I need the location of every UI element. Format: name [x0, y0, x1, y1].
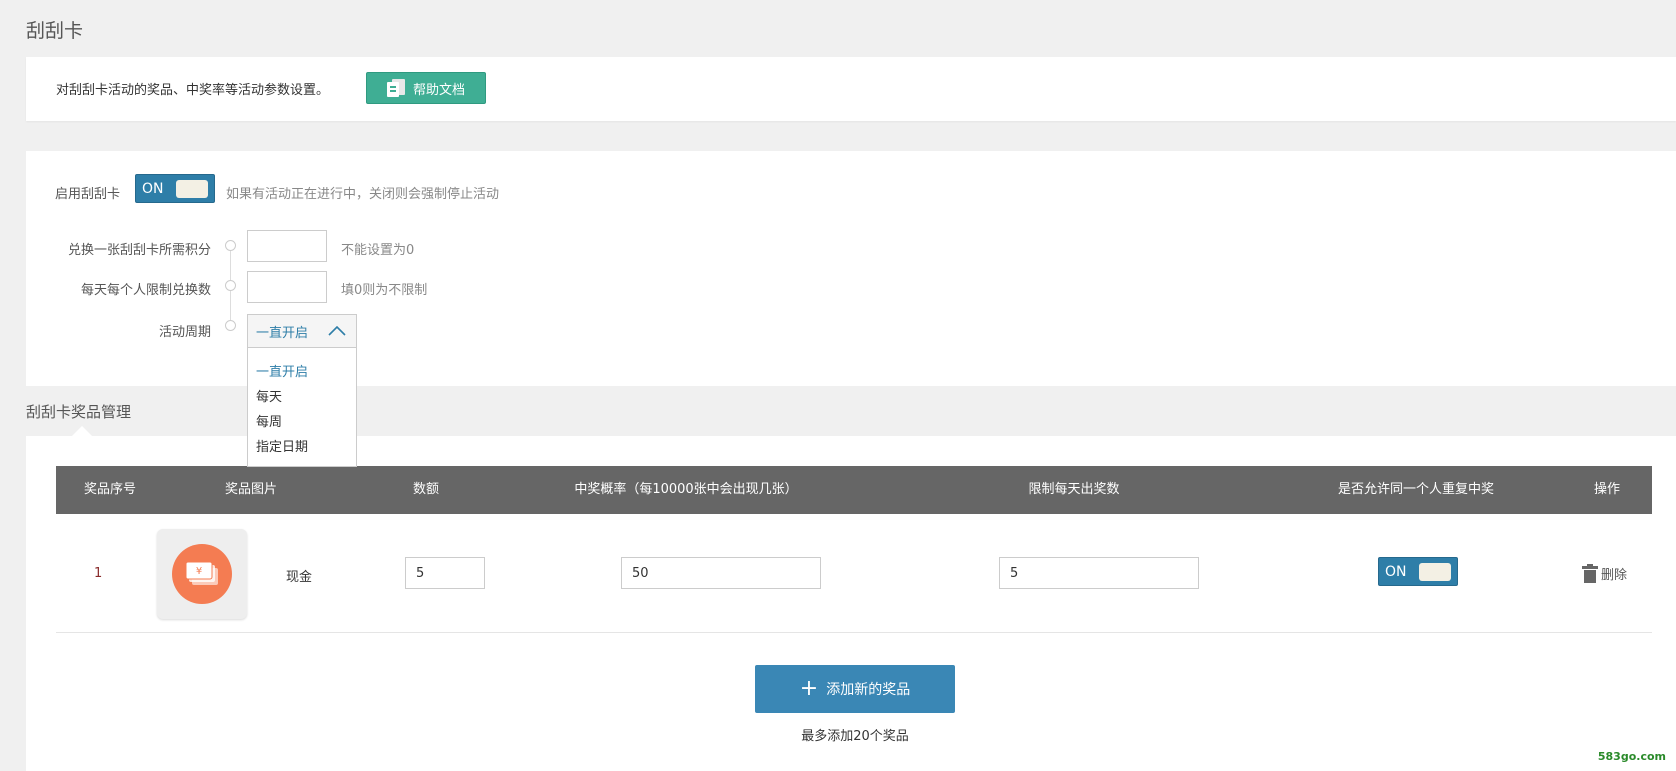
prize-panel: 奖品序号 奖品图片 数额 中奖概率（每10000张中会出现几张） 限制每天出奖数…: [26, 426, 1676, 771]
plus-icon: +: [799, 676, 819, 701]
prize-name: 现金: [286, 570, 313, 585]
intro-panel: 对刮刮卡活动的奖品、中奖率等活动参数设置。 帮助文档: [26, 57, 1676, 121]
repeat-switch-text: ON: [1385, 563, 1407, 580]
row-divider: [56, 632, 1652, 633]
col-index: 奖品序号: [83, 482, 136, 497]
period-option[interactable]: 一直开启: [248, 360, 356, 385]
help-docs-button[interactable]: 帮助文档: [366, 72, 486, 104]
document-icon: [386, 79, 405, 97]
period-option[interactable]: 每天: [248, 385, 356, 410]
repeat-win-switch[interactable]: ON: [1378, 557, 1458, 586]
prize-daily-limit-input[interactable]: [999, 557, 1199, 589]
enable-switch[interactable]: ON: [135, 174, 215, 203]
trash-icon: [1582, 563, 1598, 583]
timeline-dot: [225, 240, 236, 251]
enable-label: 启用刮刮卡: [55, 187, 121, 202]
period-option[interactable]: 每周: [248, 410, 356, 435]
add-prize-button[interactable]: + 添加新的奖品: [755, 665, 955, 713]
period-select[interactable]: 一直开启: [247, 314, 357, 347]
svg-text:¥: ¥: [196, 566, 202, 577]
delete-prize-button[interactable]: 删除: [1582, 563, 1628, 583]
prize-amount-input[interactable]: [405, 557, 485, 589]
daily-limit-label: 每天每个人限制兑换数: [80, 283, 211, 298]
period-dropdown: 一直开启 每天 每周 指定日期: [247, 347, 357, 467]
cash-icon: ¥: [172, 544, 232, 604]
daily-limit-hint: 填0则为不限制: [341, 283, 428, 298]
enable-switch-text: ON: [142, 180, 164, 197]
enable-hint: 如果有活动正在进行中，关闭则会强制停止活动: [226, 187, 500, 202]
prize-probability-input[interactable]: [621, 557, 821, 589]
switch-knob: [176, 180, 208, 198]
col-daily-limit: 限制每天出奖数: [1028, 482, 1120, 497]
intro-text: 对刮刮卡活动的奖品、中奖率等活动参数设置。: [56, 83, 330, 98]
col-image: 奖品图片: [224, 482, 277, 497]
prize-section-title: 刮刮卡奖品管理: [26, 403, 132, 421]
help-docs-label: 帮助文档: [412, 82, 465, 98]
period-label: 活动周期: [158, 325, 211, 340]
prize-image[interactable]: ¥: [157, 529, 247, 619]
switch-knob: [1419, 563, 1451, 581]
add-prize-label: 添加新的奖品: [826, 682, 911, 698]
points-input[interactable]: [247, 230, 327, 262]
chevron-up-icon: [328, 326, 346, 336]
points-label: 兑换一张刮刮卡所需积分: [67, 243, 211, 258]
section-pointer: [72, 426, 92, 436]
add-prize-note: 最多添加20个奖品: [801, 729, 909, 744]
timeline-dot: [225, 320, 236, 331]
col-repeat: 是否允许同一个人重复中奖: [1337, 482, 1494, 497]
points-hint: 不能设置为0: [341, 243, 415, 258]
period-selected-value: 一直开启: [256, 325, 309, 341]
daily-limit-input[interactable]: [247, 271, 327, 303]
page-title: 刮刮卡: [26, 20, 84, 42]
prize-index: 1: [94, 566, 103, 581]
timeline-dot: [225, 280, 236, 291]
delete-label: 删除: [1601, 568, 1628, 583]
col-probability: 中奖概率（每10000张中会出现几张）: [574, 482, 798, 497]
col-amount: 数额: [412, 482, 439, 497]
watermark: 583go.com: [1597, 750, 1666, 763]
period-option[interactable]: 指定日期: [248, 435, 356, 460]
col-actions: 操作: [1593, 482, 1620, 497]
table-header: 奖品序号 奖品图片 数额 中奖概率（每10000张中会出现几张） 限制每天出奖数…: [56, 466, 1652, 514]
